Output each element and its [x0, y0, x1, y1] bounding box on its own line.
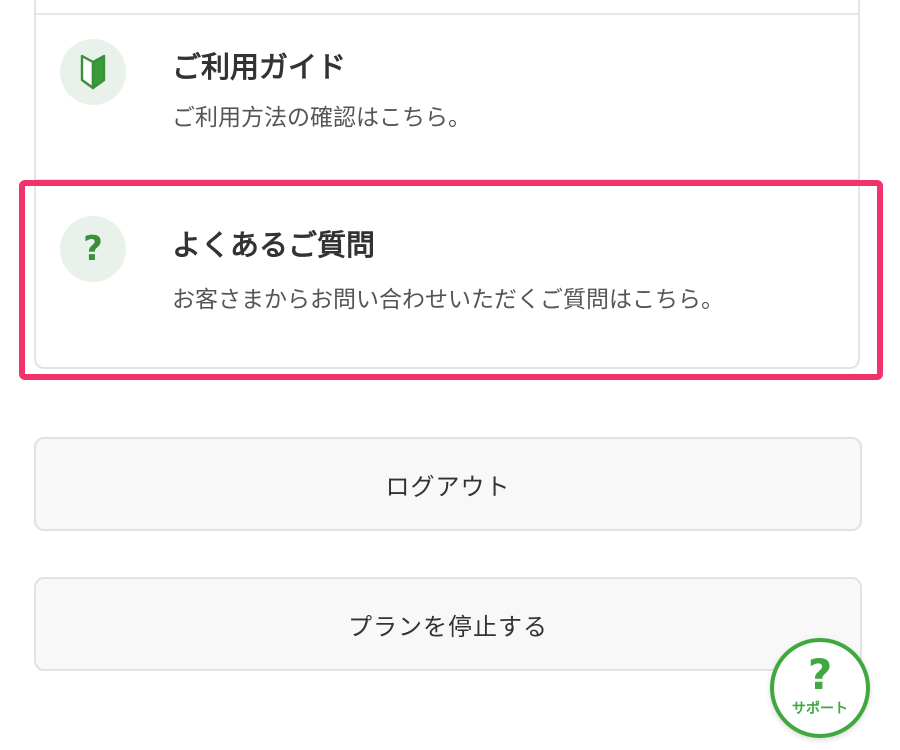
question-icon: ? — [83, 229, 103, 269]
support-button[interactable]: ? サポート — [770, 638, 870, 738]
guide-title: ご利用ガイド — [172, 50, 347, 84]
menu-item-guide[interactable]: ご利用ガイド ご利用方法の確認はこちら。 — [34, 0, 860, 180]
faq-title: よくあるご質問 — [172, 228, 376, 262]
stop-plan-button[interactable]: プランを停止する — [34, 577, 862, 671]
support-label: サポート — [792, 701, 848, 717]
guide-icon-badge — [60, 39, 126, 105]
settings-page: ご利用ガイド ご利用方法の確認はこちら。 ? よくあるご質問 お客さまからお問い… — [0, 0, 900, 750]
support-question-icon: ? — [807, 650, 833, 699]
faq-description: お客さまからお問い合わせいただくご質問はこちら。 — [172, 287, 724, 313]
logout-button[interactable]: ログアウト — [34, 437, 862, 531]
menu-item-faq[interactable]: ? よくあるご質問 お客さまからお問い合わせいただくご質問はこちら。 — [34, 180, 860, 369]
beginner-leaf-icon — [80, 54, 106, 90]
faq-icon-badge: ? — [60, 216, 126, 282]
guide-description: ご利用方法の確認はこちら。 — [172, 105, 471, 131]
